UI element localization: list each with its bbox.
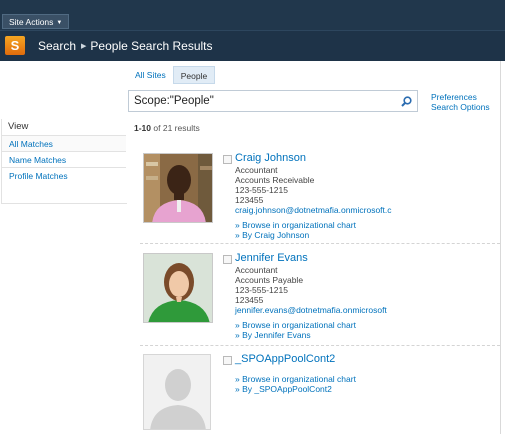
by-person-link[interactable]: » By _SPOAppPoolCont2 [235, 384, 332, 394]
search-icon[interactable] [400, 95, 413, 108]
person-photo-icon [144, 154, 212, 222]
person-title: Accountant [235, 165, 278, 175]
profile-photo[interactable] [143, 354, 211, 430]
chevron-right-icon: ▶ [81, 43, 87, 50]
person-department: Accounts Payable [235, 275, 304, 285]
profile-photo[interactable] [143, 153, 213, 223]
refiner-bottom-border [1, 203, 127, 204]
right-border [500, 61, 501, 434]
person-extension: 123455 [235, 295, 264, 305]
page-title: People Search Results [90, 39, 213, 53]
site-actions-label: Site Actions [9, 17, 54, 27]
person-phone: 123-555-1215 [235, 285, 288, 295]
refiner-item-profile-matches[interactable]: Profile Matches [2, 167, 126, 183]
result-item: Jennifer Evans Accountant Accounts Payab… [143, 252, 499, 341]
result-checkbox[interactable] [223, 255, 232, 264]
results-total: of 21 results [153, 123, 200, 133]
browse-org-chart-link[interactable]: » Browse in organizational chart [235, 320, 356, 330]
sharepoint-logo-icon[interactable]: S [5, 36, 25, 55]
refiner-item-name-matches[interactable]: Name Matches [2, 151, 126, 167]
browse-org-chart-link[interactable]: » Browse in organizational chart [235, 220, 356, 230]
person-title: Accountant [235, 265, 278, 275]
results-count: 1-10 of 21 results [134, 123, 200, 133]
person-name-link[interactable]: _SPOAppPoolCont2 [235, 353, 335, 365]
tab-people[interactable]: People [172, 66, 216, 84]
person-photo-icon [144, 254, 212, 322]
search-input[interactable] [129, 91, 389, 111]
result-checkbox[interactable] [223, 155, 232, 164]
refiner-title: View [8, 121, 29, 132]
search-options-link[interactable]: Search Options [431, 102, 490, 112]
person-extension: 123455 [235, 195, 264, 205]
preferences-links: Preferences Search Options [431, 92, 490, 112]
title-bar: S Search ▶ People Search Results [0, 30, 505, 61]
person-name-link[interactable]: Craig Johnson [235, 152, 306, 164]
refiner-item-all-matches[interactable]: All Matches [2, 135, 126, 151]
person-phone: 123-555-1215 [235, 185, 288, 195]
default-avatar-icon [144, 355, 210, 429]
person-email-link[interactable]: jennifer.evans@dotnetmafia.onmicrosoft [235, 305, 387, 315]
breadcrumb-search-link[interactable]: Search [38, 39, 76, 53]
tab-all-sites[interactable]: All Sites [128, 66, 173, 84]
top-ribbon-bar: Site Actions ▼ [0, 0, 505, 30]
refiner-panel: View All Matches Name Matches Profile Ma… [2, 119, 126, 183]
search-box [128, 90, 418, 112]
profile-photo[interactable] [143, 253, 213, 323]
browse-org-chart-link[interactable]: » Browse in organizational chart [235, 374, 356, 384]
breadcrumb: Search ▶ People Search Results [38, 39, 213, 53]
results-range: 1-10 [134, 123, 152, 133]
scope-tabs: All Sites People [128, 66, 216, 84]
preferences-link[interactable]: Preferences [431, 92, 490, 102]
person-department: Accounts Receivable [235, 175, 315, 185]
person-email-link[interactable]: craig.johnson@dotnetmafia.onmicrosoft.c [235, 205, 392, 215]
person-name-link[interactable]: Jennifer Evans [235, 252, 308, 264]
result-divider [140, 243, 500, 244]
chevron-down-icon: ▼ [56, 20, 63, 26]
by-person-link[interactable]: » By Craig Johnson [235, 230, 309, 240]
result-item: Craig Johnson Accountant Accounts Receiv… [143, 152, 499, 241]
result-item: _SPOAppPoolCont2 » Browse in organizatio… [143, 353, 499, 432]
result-checkbox[interactable] [223, 356, 232, 365]
result-divider [140, 345, 500, 346]
by-person-link[interactable]: » By Jennifer Evans [235, 330, 311, 340]
site-actions-menu[interactable]: Site Actions ▼ [2, 14, 70, 29]
